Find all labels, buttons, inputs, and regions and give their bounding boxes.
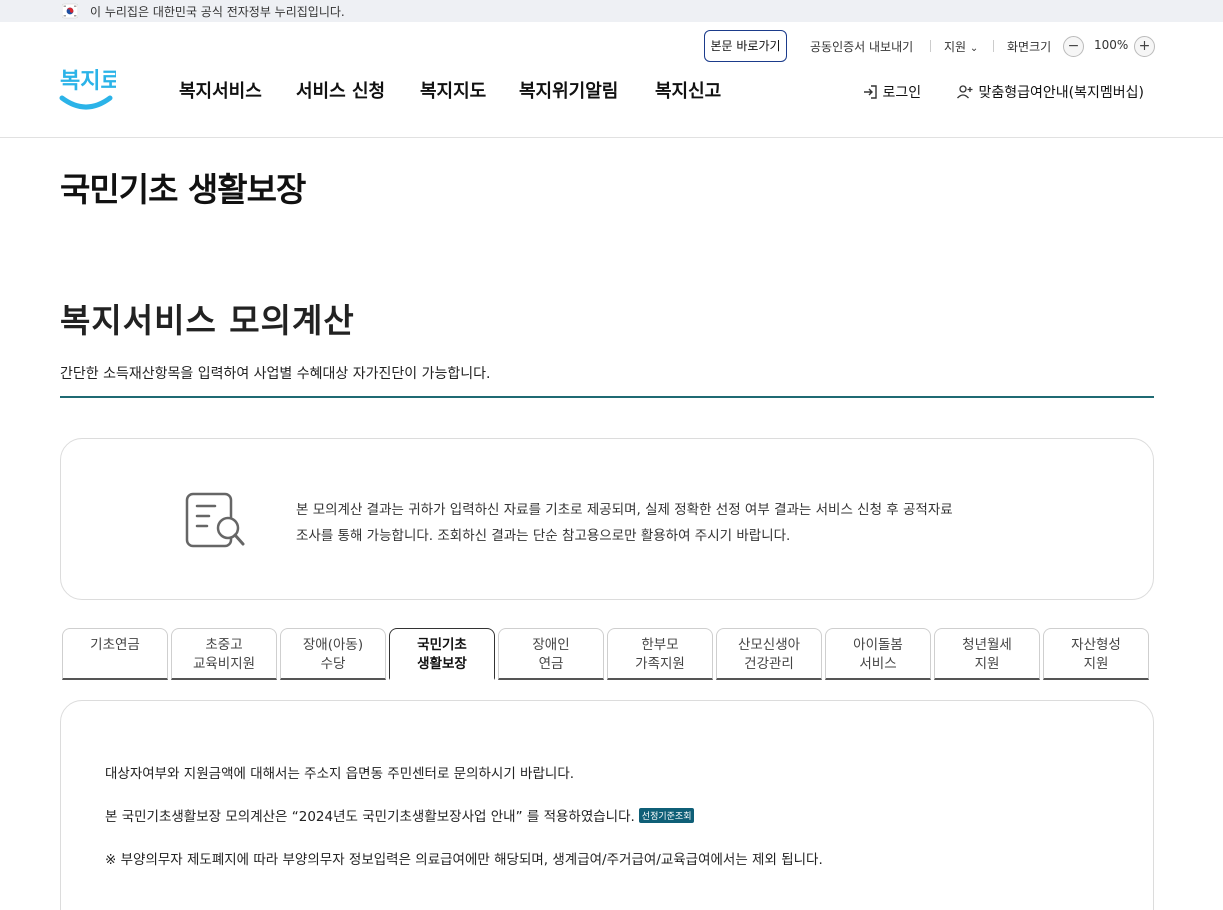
tab-label: 아이돌봄 xyxy=(853,637,903,653)
tab-label: 지원 xyxy=(974,656,1000,672)
content-box: 대상자여부와 지원금액에 대해서는 주소지 읍면동 주민센터로 문의하시기 바랍… xyxy=(60,700,1154,910)
tab-disability-pension[interactable]: 장애인 연금 xyxy=(498,628,604,680)
tab-childcare-service[interactable]: 아이돌봄 서비스 xyxy=(825,628,931,680)
applied-guideline-text: 본 국민기초생활보장 모의계산은 “2024년도 국민기초생활보장사업 안내” … xyxy=(105,809,635,825)
notice-line: 조사를 통해 가능합니다. 조회하신 결과는 단순 참고용으로만 활용하여 주시… xyxy=(296,528,791,544)
tab-label: 건강관리 xyxy=(744,656,794,672)
login-label: 로그인 xyxy=(882,85,922,101)
support-obligor-notice: ※ 부양의무자 제도폐지에 따라 부양의무자 정보입력은 의료급여에만 해당되며… xyxy=(105,852,823,868)
membership-label: 맞춤형급여안내(복지멤버십) xyxy=(978,85,1144,101)
tab-label: 산모신생아 xyxy=(737,637,801,653)
tab-label: 국민기초 xyxy=(417,637,467,653)
tab-label: 수당 xyxy=(320,656,346,672)
tab-label: 자산형성 xyxy=(1071,637,1121,653)
gov-banner: 이 누리집은 대한민국 공식 전자정부 누리집입니다. xyxy=(0,0,1223,22)
tab-basic-pension[interactable]: 기초연금 xyxy=(62,628,168,680)
tab-label: 청년월세 xyxy=(962,637,1012,653)
section-description: 간단한 소득재산항목을 입력하여 사업별 수혜대상 자가진단이 가능합니다. xyxy=(60,366,491,382)
tab-label: 기초연금 xyxy=(90,637,140,653)
tab-label: 생활보장 xyxy=(417,656,467,672)
zoom-level: 100% xyxy=(1094,38,1129,52)
notice-text: 본 모의계산 결과는 귀하가 입력하신 자료를 기초로 제공되며, 실제 정확한… xyxy=(296,497,953,549)
zoom-in-button[interactable]: + xyxy=(1134,36,1155,57)
nav-service-application[interactable]: 서비스 신청 xyxy=(296,77,385,103)
applied-guideline-notice: 본 국민기초생활보장 모의계산은 “2024년도 국민기초생활보장사업 안내” … xyxy=(105,805,695,825)
tab-basic-livelihood[interactable]: 국민기초 생활보장 xyxy=(389,628,495,680)
login-icon xyxy=(864,85,877,99)
tab-youth-rent-support[interactable]: 청년월세 지원 xyxy=(934,628,1040,680)
notice-line: 본 모의계산 결과는 귀하가 입력하신 자료를 기초로 제공되며, 실제 정확한… xyxy=(296,502,953,518)
document-search-icon xyxy=(185,492,245,548)
header-divider xyxy=(0,137,1223,138)
korea-flag-icon xyxy=(62,3,78,19)
tab-disability-child-allowance[interactable]: 장애(아동) 수당 xyxy=(280,628,386,680)
tab-label: 지원 xyxy=(1083,656,1109,672)
nav-welfare-report[interactable]: 복지신고 xyxy=(655,77,721,103)
divider xyxy=(993,40,994,52)
tab-asset-building-support[interactable]: 자산형성 지원 xyxy=(1043,628,1149,680)
inquiry-notice: 대상자여부와 지원금액에 대해서는 주소지 읍면동 주민센터로 문의하시기 바랍… xyxy=(105,766,575,782)
tab-single-parent-support[interactable]: 한부모 가족지원 xyxy=(607,628,713,680)
tab-label: 가족지원 xyxy=(635,656,685,672)
nav-welfare-service[interactable]: 복지서비스 xyxy=(179,77,262,103)
skip-to-content-button[interactable]: 본문 바로가기 xyxy=(704,30,787,62)
screen-size-label: 화면크기 xyxy=(1007,40,1052,54)
tab-label: 교육비지원 xyxy=(192,656,256,672)
cert-export-link[interactable]: 공동인증서 내보내기 xyxy=(810,38,913,55)
tab-label: 장애(아동) xyxy=(302,637,364,653)
logo-text: 복지로 xyxy=(60,69,116,94)
tab-maternal-newborn-care[interactable]: 산모신생아 건강관리 xyxy=(716,628,822,680)
user-add-icon xyxy=(957,85,973,99)
nav-welfare-map[interactable]: 복지지도 xyxy=(420,77,486,103)
tab-label: 한부모 xyxy=(641,637,679,653)
chevron-down-icon: ⌄ xyxy=(969,43,979,54)
gov-banner-text: 이 누리집은 대한민국 공식 전자정부 누리집입니다. xyxy=(90,5,345,19)
tab-label: 연금 xyxy=(538,656,564,672)
divider xyxy=(930,40,931,52)
section-divider xyxy=(60,396,1154,398)
login-link[interactable]: 로그인 xyxy=(862,82,921,102)
criteria-lookup-button[interactable]: 선정기준조회 xyxy=(638,808,695,823)
section-title: 복지서비스 모의계산 xyxy=(60,301,355,340)
zoom-out-button[interactable]: − xyxy=(1063,36,1084,57)
support-menu[interactable]: 지원 ⌄ xyxy=(944,38,978,55)
tab-label: 초중고 xyxy=(205,637,243,653)
tab-label: 장애인 xyxy=(532,637,570,653)
notice-box: 본 모의계산 결과는 귀하가 입력하신 자료를 기초로 제공되며, 실제 정확한… xyxy=(60,438,1154,600)
bokjiro-logo[interactable]: 복지로 xyxy=(58,62,116,114)
tab-school-education-support[interactable]: 초중고 교육비지원 xyxy=(171,628,277,680)
page-title: 국민기초 생활보장 xyxy=(60,170,306,209)
tab-label: 서비스 xyxy=(859,656,897,672)
membership-link[interactable]: 맞춤형급여안내(복지멤버십) xyxy=(956,82,1144,102)
support-menu-label: 지원 xyxy=(944,40,967,54)
nav-welfare-crisis-alert[interactable]: 복지위기알림 xyxy=(519,77,618,103)
